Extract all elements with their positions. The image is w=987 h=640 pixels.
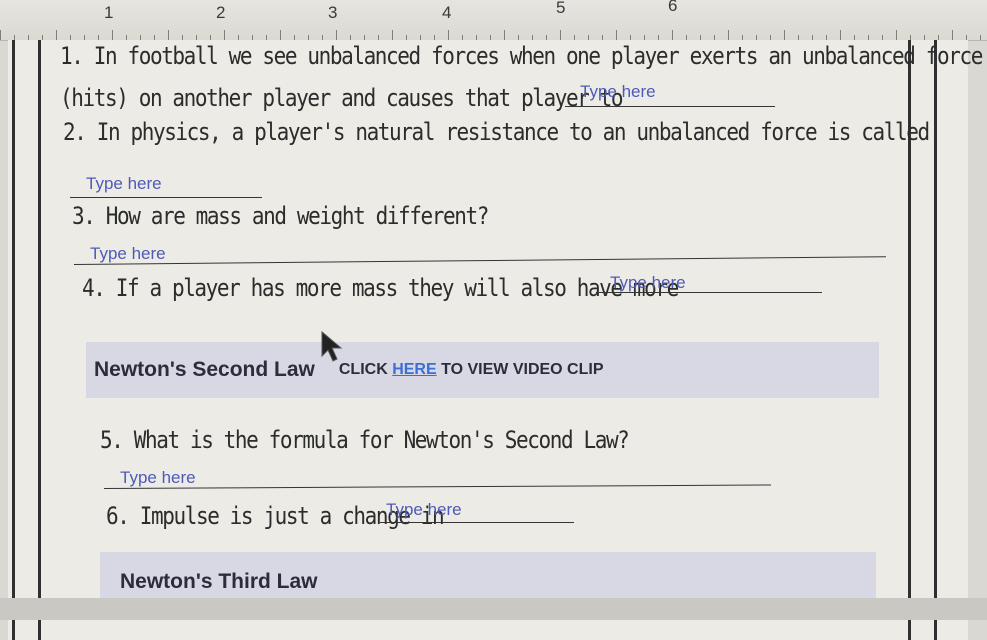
view-video-label: TO VIEW VIDEO CLIP	[441, 361, 604, 378]
ruler-number: 4	[442, 3, 452, 22]
banner-title: Newton's Second Law	[94, 358, 315, 381]
page-border-left-inner	[38, 40, 41, 640]
ruler-tick	[224, 30, 225, 40]
mouse-pointer-icon	[321, 330, 343, 362]
ruler-tick	[0, 30, 1, 40]
ruler-tick	[980, 35, 981, 40]
here-link[interactable]: HERE	[392, 361, 436, 378]
ruler-tick	[840, 30, 841, 40]
answer-6-underline	[380, 522, 574, 523]
ruler-tick	[112, 30, 113, 40]
ruler-tick	[952, 30, 953, 40]
question-4-line-1: 4. If a player has more mass they will a…	[82, 274, 679, 302]
ruler-tick	[560, 30, 561, 40]
page-border-left	[12, 40, 15, 640]
answer-2-underline	[70, 197, 262, 198]
ruler-tick	[672, 30, 673, 40]
answer-5-field[interactable]: Type here	[120, 468, 196, 488]
ruler-number: 2	[216, 3, 226, 22]
ruler-tick	[728, 30, 729, 40]
question-5-line-1: 5. What is the formula for Newton's Seco…	[100, 426, 630, 454]
document-page: 1. In football we see unbalanced forces …	[8, 40, 983, 640]
question-1-line-2: (hits) on another player and causes that…	[60, 84, 624, 112]
answer-1-field[interactable]: Type here	[580, 82, 656, 102]
ruler-tick	[448, 30, 449, 40]
ruler-tick	[392, 30, 393, 40]
newtons-second-law-banner: Newton's Second Law CLICK HERE TO VIEW V…	[86, 342, 879, 398]
question-2-line-1: 2. In physics, a player's natural resist…	[63, 118, 930, 146]
answer-3-field[interactable]: Type here	[90, 244, 166, 264]
page-border-right	[934, 40, 937, 640]
answer-4-field[interactable]: Type here	[610, 273, 686, 293]
video-link-text: CLICK HERE TO VIEW VIDEO CLIP	[339, 361, 604, 379]
answer-6-field[interactable]: Type here	[386, 500, 462, 520]
ruler-number: 1	[104, 3, 114, 22]
ruler-tick	[168, 30, 169, 40]
ruler-number: 3	[328, 3, 338, 22]
horizontal-ruler: 1 2 3 4 5 6	[0, 0, 987, 41]
banner-title: Newton's Third Law	[120, 570, 318, 593]
answer-3-underline	[73, 256, 886, 265]
question-3-line-1: 3. How are mass and weight different?	[72, 202, 489, 230]
window-bottom-edge	[0, 598, 987, 620]
ruler-tick	[336, 30, 337, 40]
ruler-tick	[616, 30, 617, 40]
ruler-tick	[784, 30, 785, 40]
ruler-tick	[896, 30, 897, 40]
ruler-number: 5	[556, 0, 566, 17]
question-1-line-1: 1. In football we see unbalanced forces …	[60, 42, 983, 70]
answer-2-field[interactable]: Type here	[86, 174, 162, 194]
ruler-tick	[56, 30, 57, 40]
ruler-tick	[504, 30, 505, 40]
ruler-number: 6	[668, 0, 678, 15]
answer-5-underline	[103, 484, 771, 489]
ruler-tick	[280, 30, 281, 40]
answer-1-underline	[565, 106, 775, 107]
